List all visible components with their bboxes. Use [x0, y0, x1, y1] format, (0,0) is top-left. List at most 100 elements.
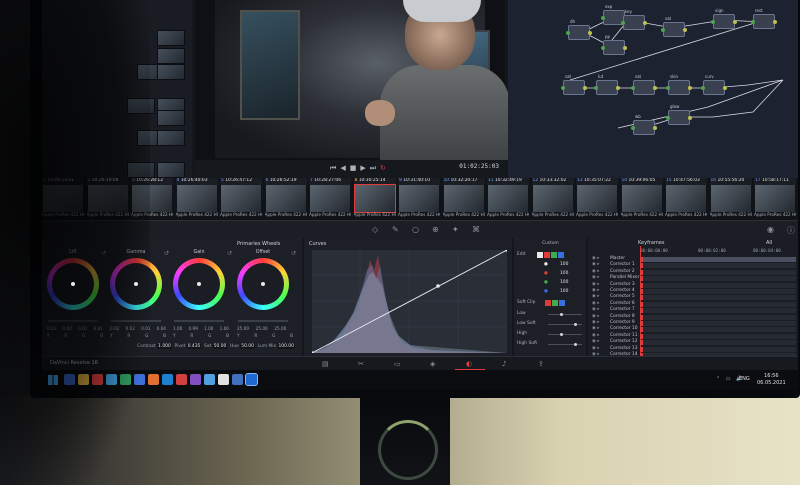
magic-mask-icon[interactable]: ✦	[452, 225, 459, 234]
eye-icon[interactable]: ◉ ▸	[592, 301, 599, 306]
photos-icon[interactable]	[232, 374, 243, 385]
edit-icon[interactable]: ▭	[394, 360, 401, 368]
timeline-clip[interactable]: 7 10:28:27:06 Apple ProRes 422 HQ	[309, 178, 351, 220]
color-node[interactable]: dh	[566, 19, 592, 40]
wheel-value[interactable]: 0.02	[110, 326, 119, 331]
keyframe-lane[interactable]	[640, 257, 796, 262]
edge-icon[interactable]	[106, 374, 117, 385]
eye-icon[interactable]: ◉ ▸	[592, 288, 599, 293]
media-thumbnail[interactable]	[127, 162, 155, 178]
qualifier-icon[interactable]: ◇	[372, 225, 378, 234]
store-icon[interactable]	[120, 374, 131, 385]
reset-icon[interactable]: ↺	[164, 250, 169, 257]
windows-start-icon[interactable]	[48, 375, 58, 385]
curves-graph[interactable]	[310, 248, 509, 355]
mail-icon[interactable]	[134, 374, 145, 385]
node-input[interactable]	[701, 86, 705, 90]
node-output[interactable]	[623, 46, 627, 50]
eye-icon[interactable]: ◉ ▸	[592, 339, 599, 344]
node-input[interactable]	[601, 16, 605, 20]
color-node[interactable]: vign	[711, 8, 737, 29]
timeline-clip[interactable]: 11 10:32:49:19 Apple ProRes 422 HQ	[487, 178, 529, 220]
clip-thumbnail[interactable]	[176, 185, 217, 212]
eye-icon[interactable]: ◉ ▸	[592, 256, 599, 261]
color-node[interactable]: glow	[666, 104, 692, 125]
wheel-value[interactable]: 25.00	[274, 326, 286, 331]
timeline-clip[interactable]: 16 10:55:56:20 Apple ProRes 422 HQ	[709, 178, 752, 220]
sat-value[interactable]: 50.00	[212, 344, 228, 349]
keyframe-lane[interactable]	[640, 289, 796, 294]
node-input[interactable]	[711, 20, 715, 24]
media-thumbnail[interactable]	[157, 130, 185, 146]
file-explorer-icon[interactable]	[78, 374, 89, 385]
keyframe-lane[interactable]	[640, 333, 796, 339]
color-wheel-gain[interactable]	[173, 258, 225, 310]
keyframe-lane[interactable]	[640, 301, 796, 307]
clip-thumbnail[interactable]	[532, 185, 573, 212]
notes-icon[interactable]	[218, 374, 229, 385]
wheel-value[interactable]: 0.01	[78, 326, 87, 331]
node-output[interactable]	[588, 31, 592, 35]
timeline-clip[interactable]: 10 10:32:20:17 Apple ProRes 422 HQ	[442, 178, 485, 220]
eye-icon[interactable]: ◉ ▸	[592, 275, 599, 280]
node-output[interactable]	[583, 86, 587, 90]
clip-thumbnail[interactable]	[353, 184, 396, 213]
clip-thumbnail[interactable]	[43, 185, 83, 212]
deliver-icon[interactable]: ⇪	[538, 360, 544, 368]
cut-icon[interactable]: ✂	[358, 360, 364, 368]
curve-intensity-value[interactable]: 100	[560, 280, 568, 285]
reset-icon[interactable]: ↺	[291, 250, 296, 257]
color-wheel-lift[interactable]	[47, 258, 99, 310]
window-icon[interactable]: ○	[412, 225, 419, 234]
eye-icon[interactable]: ◉ ▸	[592, 326, 599, 331]
keyframe-lane[interactable]	[640, 263, 796, 269]
node-input[interactable]	[666, 116, 670, 120]
keyframe-lane[interactable]	[640, 327, 796, 333]
loop-icon[interactable]: ↻	[380, 164, 390, 172]
eye-icon[interactable]: ◉ ▸	[592, 346, 599, 351]
clip-thumbnail[interactable]	[621, 185, 662, 212]
wheel-value[interactable]: 25.00	[237, 326, 249, 331]
tray-clock[interactable]: 16:56 06.05.2021	[757, 373, 786, 387]
custom-dropdown[interactable]: Custom	[542, 241, 559, 246]
timeline-clip[interactable]: 17 10:58:17:11 Apple ProRes 422 HQ	[754, 178, 796, 220]
node-output[interactable]	[723, 86, 727, 90]
node-output[interactable]	[653, 86, 657, 90]
fairlight-icon[interactable]: ♪	[502, 360, 506, 368]
clip-thumbnail[interactable]	[755, 185, 795, 212]
color-node[interactable]: curv	[701, 74, 727, 95]
node-input[interactable]	[631, 86, 635, 90]
node-output[interactable]	[773, 20, 777, 24]
keyframe-lane[interactable]	[640, 276, 796, 282]
skip-back-icon[interactable]: ⏮	[330, 164, 340, 172]
stop-icon[interactable]: ■	[350, 164, 361, 172]
node-input[interactable]	[631, 126, 635, 130]
softclip-chip-g[interactable]	[552, 300, 558, 306]
curve-intensity-value[interactable]: 100	[560, 271, 568, 276]
wheel-value[interactable]: 1.00	[173, 326, 182, 331]
slider-knob[interactable]	[560, 333, 563, 336]
master-wheel-slider[interactable]	[111, 320, 161, 322]
color-node[interactable]: lut	[594, 74, 620, 95]
eyedropper-icon[interactable]: ✎	[392, 225, 399, 234]
eye-icon[interactable]: ◉ ▸	[592, 307, 599, 312]
chip-g[interactable]	[551, 252, 557, 258]
color-node[interactable]: sat	[561, 74, 587, 95]
clip-thumbnail[interactable]	[310, 185, 350, 212]
media-thumbnail[interactable]	[157, 162, 185, 178]
clip-thumbnail[interactable]	[488, 185, 528, 212]
pivot-value[interactable]: 0.435	[186, 344, 202, 349]
eye-icon[interactable]: ◉ ▸	[592, 333, 599, 338]
reset-icon[interactable]: ↺	[227, 250, 232, 257]
keyframe-lane[interactable]	[640, 346, 796, 352]
wheel-value[interactable]: 0.01	[94, 326, 103, 331]
timeline-clip[interactable]: 13 10:35:07:22 Apple ProRes 422 HQ	[576, 178, 618, 220]
node-input[interactable]	[661, 28, 665, 32]
wheel-value[interactable]: 0.02	[126, 326, 135, 331]
media-thumbnail[interactable]	[127, 98, 155, 114]
skip-forward-icon[interactable]: ⏭	[370, 164, 380, 172]
soft-clip-slider[interactable]	[548, 323, 582, 326]
keyframe-lane[interactable]	[640, 340, 796, 346]
wheel-value[interactable]: 25.00	[256, 326, 268, 331]
node-input[interactable]	[751, 20, 755, 24]
